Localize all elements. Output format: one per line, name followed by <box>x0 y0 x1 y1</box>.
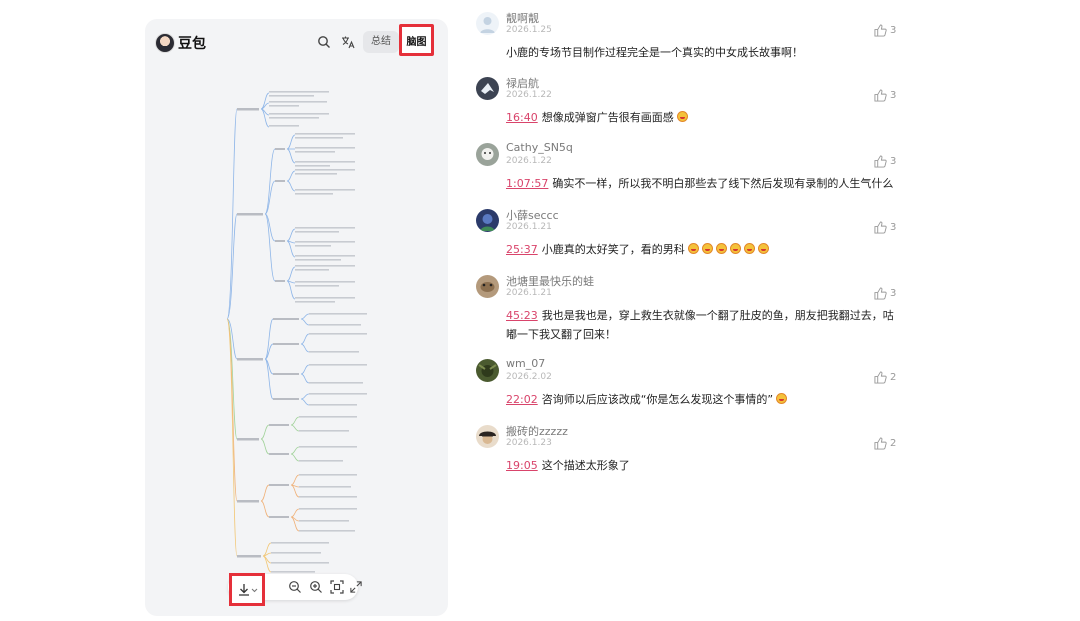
zoom-out-icon[interactable] <box>288 580 302 594</box>
zoom-in-icon[interactable] <box>309 580 323 594</box>
laughing-emoji-icon <box>715 243 727 254</box>
download-button[interactable] <box>229 573 265 606</box>
comment-date: 2026.1.21 <box>506 288 552 298</box>
like-count: 3 <box>890 25 897 36</box>
timestamp-link[interactable]: 22:02 <box>506 393 538 406</box>
comment-list: 靓啊靓 2026.1.25 小鹿的专场节目制作过程完全是一个真实的中女成长故事啊… <box>476 0 906 621</box>
comment-text: 16:40 想像成弹窗广告很有画面感 <box>506 108 901 127</box>
laughing-emoji-icon <box>701 243 713 254</box>
like-button[interactable]: 3 <box>874 89 914 103</box>
search-icon[interactable] <box>317 35 331 49</box>
thumbs-up-icon <box>874 437 887 450</box>
translate-icon[interactable] <box>341 35 355 49</box>
comment-body: 这个描述太形象了 <box>541 459 630 472</box>
comment-date: 2026.2.02 <box>506 372 552 382</box>
like-count: 3 <box>890 222 897 233</box>
comment-date: 2026.1.21 <box>506 222 552 232</box>
comment-date: 2026.1.22 <box>506 90 552 100</box>
like-count: 3 <box>890 156 897 167</box>
tab-summary[interactable]: 总结 <box>363 31 399 53</box>
thumbs-up-icon <box>874 24 887 37</box>
thumbs-up-icon <box>874 221 887 234</box>
comment-text: 1:07:57 确实不一样，所以我不明白那些去了线下然后发现有录制的人生气什么 <box>506 174 901 193</box>
comment-text: 小鹿的专场节目制作过程完全是一个真实的中女成长故事啊！ <box>506 43 901 62</box>
comment-author[interactable]: 禄启航 <box>506 75 539 91</box>
timestamp-link[interactable]: 25:37 <box>506 243 538 256</box>
comment-text: 19:05 这个描述太形象了 <box>506 456 901 475</box>
timestamp-link[interactable]: 16:40 <box>506 111 538 124</box>
laughing-emoji-icon <box>776 393 788 404</box>
timestamp-link[interactable]: 19:05 <box>506 459 538 472</box>
like-button[interactable]: 3 <box>874 287 914 301</box>
mindmap-panel: 豆包 总结 脑图 <box>145 19 448 616</box>
fit-screen-icon[interactable] <box>330 580 344 594</box>
fullscreen-icon[interactable] <box>350 580 362 594</box>
brand-name: 豆包 <box>178 36 206 52</box>
thumbs-up-icon <box>874 287 887 300</box>
comment-body: 小鹿的专场节目制作过程完全是一个真实的中女成长故事啊！ <box>506 46 803 59</box>
timestamp-link[interactable]: 1:07:57 <box>506 177 548 190</box>
laughing-emoji-icon <box>687 243 699 254</box>
like-button[interactable]: 3 <box>874 221 914 235</box>
comment-body: 我也是我也是，穿上救生衣就像一个翻了肚皮的鱼，朋友把我翻过去，咕嘟一下我又翻了回… <box>506 309 894 341</box>
comment-date: 2026.1.23 <box>506 438 552 448</box>
comment-author[interactable]: 池塘里最快乐的蛙 <box>506 273 594 289</box>
comment-author[interactable]: Cathy_SN5q <box>506 141 573 154</box>
laughing-emoji-icon <box>676 111 688 122</box>
like-count: 2 <box>890 372 897 383</box>
avatar[interactable] <box>476 275 499 298</box>
comment-body: 咨询师以后应该改成“你是怎么发现这个事情的” <box>541 393 774 406</box>
comment-date: 2026.1.25 <box>506 25 552 35</box>
laughing-emoji-icon <box>729 243 741 254</box>
comment-author[interactable]: wm_07 <box>506 357 545 370</box>
avatar[interactable] <box>476 425 499 448</box>
comment-author[interactable]: 搬砖的zzzzz <box>506 423 568 439</box>
download-icon <box>239 584 258 596</box>
like-count: 3 <box>890 288 897 299</box>
thumbs-up-icon <box>874 89 887 102</box>
tab-mindmap[interactable]: 脑图 <box>399 24 434 56</box>
comment-author[interactable]: 小薛seccc <box>506 207 559 223</box>
comment-text: 22:02 咨询师以后应该改成“你是怎么发现这个事情的” <box>506 390 901 409</box>
avatar[interactable] <box>476 77 499 100</box>
like-button[interactable]: 2 <box>874 437 914 451</box>
like-button[interactable]: 3 <box>874 155 914 169</box>
comment-body: 小鹿真的太好笑了，看的男科 <box>541 243 685 256</box>
avatar[interactable] <box>476 143 499 166</box>
like-button[interactable]: 2 <box>874 371 914 385</box>
laughing-emoji-icon <box>757 243 769 254</box>
comment-body: 确实不一样，所以我不明白那些去了线下然后发现有录制的人生气什么 <box>552 177 894 190</box>
thumbs-up-icon <box>874 155 887 168</box>
comment-text: 25:37 小鹿真的太好笑了，看的男科 <box>506 240 901 259</box>
avatar[interactable] <box>476 359 499 382</box>
comment-author[interactable]: 靓啊靓 <box>506 10 539 26</box>
thumbs-up-icon <box>874 371 887 384</box>
like-count: 2 <box>890 438 897 449</box>
like-count: 3 <box>890 90 897 101</box>
avatar[interactable] <box>476 12 499 35</box>
timestamp-link[interactable]: 45:23 <box>506 309 538 322</box>
comment-date: 2026.1.22 <box>506 156 552 166</box>
avatar[interactable] <box>476 209 499 232</box>
mindmap-canvas[interactable] <box>215 69 445 579</box>
comment-text: 45:23 我也是我也是，穿上救生衣就像一个翻了肚皮的鱼，朋友把我翻过去，咕嘟一下… <box>506 306 901 344</box>
like-button[interactable]: 3 <box>874 24 914 38</box>
doubao-avatar <box>155 33 175 53</box>
comment-body: 想像成弹窗广告很有画面感 <box>541 111 674 124</box>
laughing-emoji-icon <box>743 243 755 254</box>
panel-header: 豆包 总结 脑图 <box>145 19 448 69</box>
